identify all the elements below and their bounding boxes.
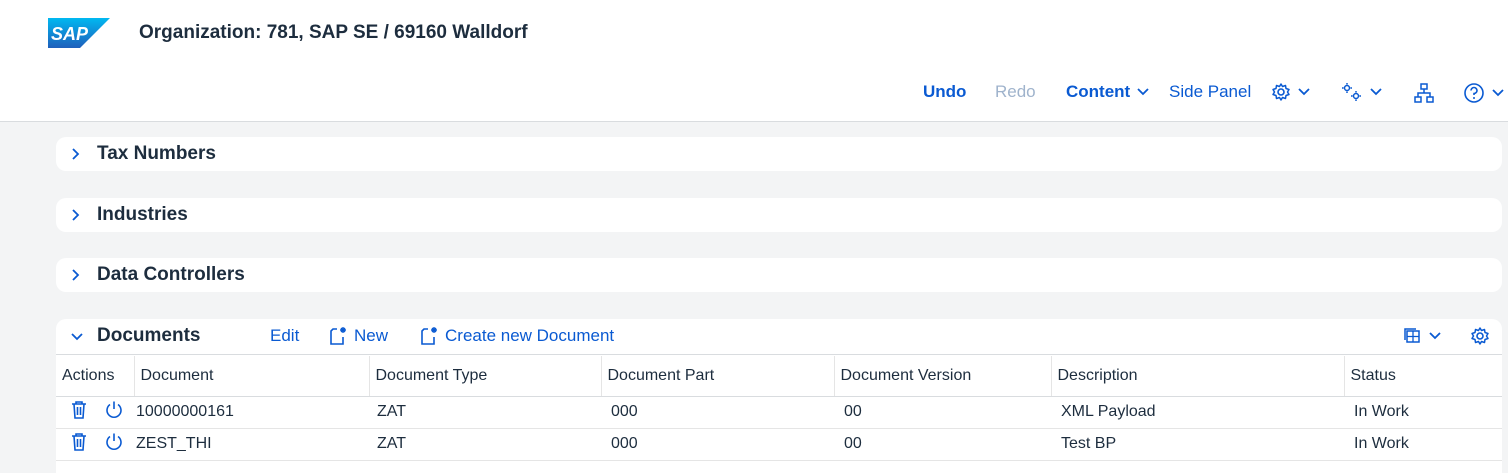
column-header-document-version[interactable]: Document Version: [834, 356, 1052, 397]
cell-document-version: 00: [834, 396, 1051, 429]
cell-document-part: 000: [601, 428, 834, 461]
page-title: Organization: 781, SAP SE / 69160 Walldo…: [139, 22, 528, 43]
gear-icon: [1272, 83, 1290, 101]
column-header-status[interactable]: Status: [1344, 356, 1502, 397]
cell-document: ZEST_THI: [134, 428, 369, 461]
create-new-document-button[interactable]: Create new Document: [419, 326, 614, 346]
section-tax-numbers[interactable]: Tax Numbers: [56, 137, 1502, 171]
section-title: Data Controllers: [97, 264, 245, 285]
svg-text:SAP: SAP: [51, 24, 89, 44]
redo-button[interactable]: Redo: [995, 82, 1036, 102]
edit-button[interactable]: Edit: [270, 326, 299, 346]
power-icon[interactable]: [104, 432, 124, 452]
table-view-icon: [1404, 328, 1420, 343]
section-documents: Documents Edit New Create new Document A…: [56, 319, 1502, 473]
cell-document-version: 00: [834, 428, 1051, 461]
chevron-down-icon: [1137, 88, 1149, 96]
cell-document-type: ZAT: [369, 396, 601, 429]
help-menu-button[interactable]: [1463, 82, 1505, 104]
power-icon[interactable]: [104, 400, 124, 420]
cell-document: 10000000161: [134, 396, 369, 429]
table-row[interactable]: 10000000161 ZAT 000 00 XML Payload In Wo…: [56, 396, 1502, 429]
view-settings-menu-button[interactable]: [1402, 326, 1442, 346]
documents-header: Documents Edit New Create new Document: [56, 319, 1502, 355]
chevron-down-icon: [1429, 332, 1441, 340]
cell-status: In Work: [1344, 396, 1502, 429]
object-page-content: Tax Numbers Industries Data Controllers …: [8, 123, 1508, 473]
section-title: Documents: [97, 325, 201, 346]
undo-button[interactable]: Undo: [923, 82, 966, 102]
column-header-document[interactable]: Document: [134, 356, 370, 397]
table-row[interactable]: ZEST_THI ZAT 000 00 Test BP In Work: [56, 428, 1502, 461]
documents-table: Actions Document Document Type Document …: [56, 356, 1502, 461]
shell-bar: SAP Organization: 781, SAP SE / 69160 Wa…: [0, 0, 1508, 122]
hierarchy-button[interactable]: [1413, 82, 1435, 104]
chevron-right-icon: [72, 148, 80, 160]
delete-icon[interactable]: [70, 400, 88, 420]
cell-document-type: ZAT: [369, 428, 601, 461]
chevron-right-icon: [72, 209, 80, 221]
gears-icon: [1342, 83, 1361, 101]
section-title: Industries: [97, 204, 188, 225]
chevron-right-icon: [72, 269, 80, 281]
actions-menu-button[interactable]: [1341, 82, 1383, 102]
toolbar: Undo Redo Content Side Panel: [0, 78, 1508, 108]
sap-logo[interactable]: SAP: [48, 18, 110, 48]
chevron-down-icon: [1492, 89, 1504, 97]
cell-document-part: 000: [601, 396, 834, 429]
row-actions: [56, 396, 134, 429]
table-settings-button[interactable]: [1470, 326, 1490, 346]
chevron-down-icon: [1298, 88, 1310, 96]
column-header-actions[interactable]: Actions: [56, 356, 135, 397]
column-header-document-type[interactable]: Document Type: [369, 356, 602, 397]
section-industries[interactable]: Industries: [56, 198, 1502, 232]
delete-icon[interactable]: [70, 432, 88, 452]
column-header-description[interactable]: Description: [1051, 356, 1345, 397]
new-document-icon: [421, 327, 437, 345]
cell-description: XML Payload: [1051, 396, 1344, 429]
gear-icon: [1471, 327, 1489, 345]
settings-menu-button[interactable]: [1271, 82, 1311, 102]
new-button[interactable]: New: [328, 326, 388, 346]
hierarchy-icon: [1414, 83, 1434, 103]
chevron-down-icon[interactable]: [70, 331, 84, 343]
row-actions: [56, 428, 134, 461]
content-menu-button[interactable]: Content: [1066, 82, 1150, 102]
side-panel-button[interactable]: Side Panel: [1169, 82, 1251, 102]
chevron-down-icon: [1370, 88, 1382, 96]
table-header-row: Actions Document Document Type Document …: [56, 356, 1502, 397]
new-document-icon: [330, 327, 346, 345]
section-title: Tax Numbers: [97, 143, 216, 164]
section-data-controllers[interactable]: Data Controllers: [56, 258, 1502, 292]
column-header-document-part[interactable]: Document Part: [601, 356, 835, 397]
cell-status: In Work: [1344, 428, 1502, 461]
help-icon: [1464, 83, 1484, 103]
cell-description: Test BP: [1051, 428, 1344, 461]
